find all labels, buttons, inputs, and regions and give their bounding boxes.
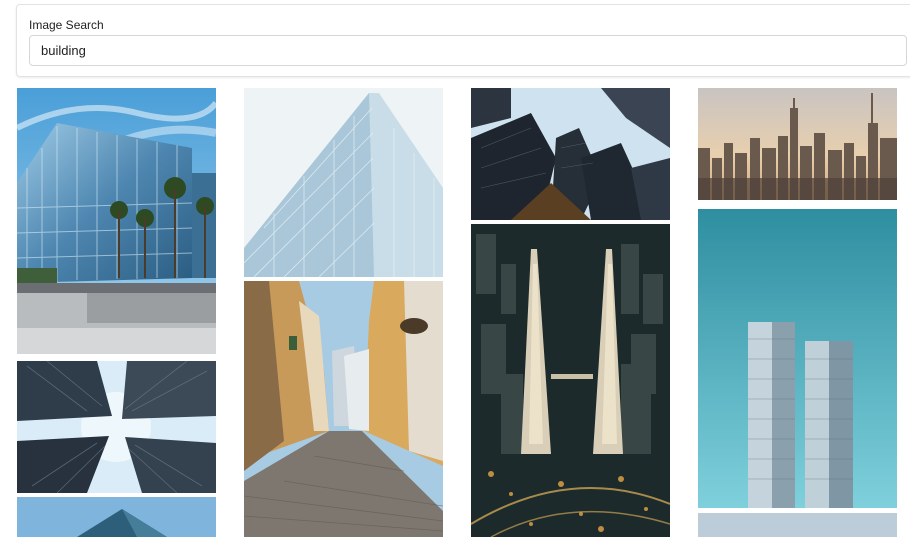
- twin-towers-night-image: [471, 224, 670, 537]
- result-image-petronas-towers-night[interactable]: [471, 224, 670, 537]
- result-image-glass-facade[interactable]: [244, 88, 443, 277]
- search-input[interactable]: [29, 35, 907, 66]
- city-skyline-image: [698, 88, 897, 200]
- skyscrapers-upward-view-image: [17, 361, 216, 493]
- result-image-glass-office-palms[interactable]: [17, 88, 216, 354]
- result-image-skyscrapers-looking-up[interactable]: [17, 361, 216, 493]
- glass-facade-image: [244, 88, 443, 277]
- image-search-label: Image Search: [29, 18, 104, 32]
- result-image-city-skyline[interactable]: [698, 88, 897, 200]
- dark-towers-image: [471, 88, 670, 220]
- result-image-partial-bottom[interactable]: [698, 513, 897, 537]
- glass-office-building-image: [17, 88, 216, 354]
- result-image-dark-towers[interactable]: [471, 88, 670, 220]
- image-search-panel: Image Search: [16, 4, 910, 77]
- building-image: [17, 497, 216, 537]
- twin-towers-minimal-image: [698, 209, 897, 508]
- result-image-building-partial[interactable]: [17, 497, 216, 537]
- old-town-street-image: [244, 281, 443, 537]
- result-image-cobblestone-street[interactable]: [244, 281, 443, 537]
- building-image: [698, 513, 897, 537]
- result-image-twin-towers-teal[interactable]: [698, 209, 897, 508]
- image-results-grid: [0, 0, 910, 537]
